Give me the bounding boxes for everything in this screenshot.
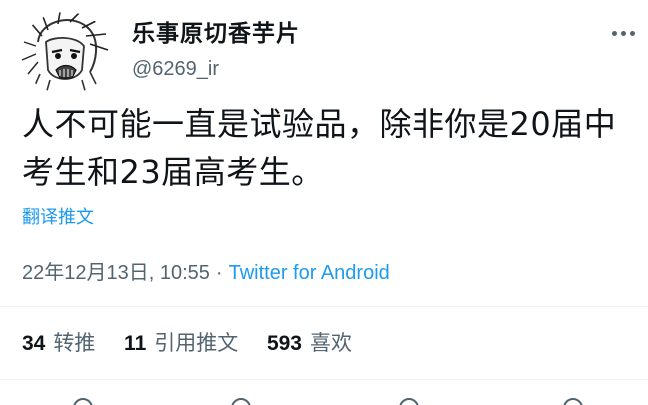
avatar[interactable] bbox=[20, 12, 112, 94]
translate-tweet-link[interactable]: 翻译推文 bbox=[22, 203, 94, 229]
quote-tweets-label: 引用推文 bbox=[154, 331, 239, 355]
retweets-count: 34 bbox=[22, 332, 46, 355]
retweets-label: 转推 bbox=[53, 331, 96, 355]
retweet-icon[interactable] bbox=[228, 394, 254, 405]
retweets-stat[interactable]: 34 转推 bbox=[22, 327, 95, 357]
tweet-meta: 22年12月13日, 10:55 · Twitter for Android bbox=[22, 256, 390, 285]
avatar-sketch-icon bbox=[20, 12, 112, 94]
more-options-icon[interactable] bbox=[612, 22, 636, 46]
tweet-text: 人不可能一直是试验品，除非你是20届中考生和23届高考生。 bbox=[22, 105, 617, 191]
like-icon[interactable] bbox=[396, 394, 422, 405]
divider bbox=[0, 379, 648, 380]
quote-tweets-stat[interactable]: 11 引用推文 bbox=[124, 327, 238, 357]
meta-separator: · bbox=[215, 262, 223, 284]
likes-stat[interactable]: 593 喜欢 bbox=[267, 327, 352, 357]
likes-count: 593 bbox=[266, 332, 302, 355]
display-name[interactable]: 乐事原切香芋片 bbox=[132, 14, 300, 48]
action-bar bbox=[0, 394, 648, 405]
likes-label: 喜欢 bbox=[309, 331, 352, 355]
divider bbox=[0, 306, 648, 307]
reply-icon[interactable] bbox=[70, 394, 96, 405]
share-icon[interactable] bbox=[560, 394, 586, 405]
user-handle[interactable]: @6269_ir bbox=[132, 58, 219, 81]
source-link[interactable]: Twitter for Android bbox=[229, 262, 390, 284]
timestamp[interactable]: 22年12月13日, 10:55 bbox=[22, 262, 210, 284]
quote-tweets-count: 11 bbox=[124, 332, 147, 355]
tweet-stats: 34 转推 11 引用推文 593 喜欢 bbox=[22, 327, 374, 357]
